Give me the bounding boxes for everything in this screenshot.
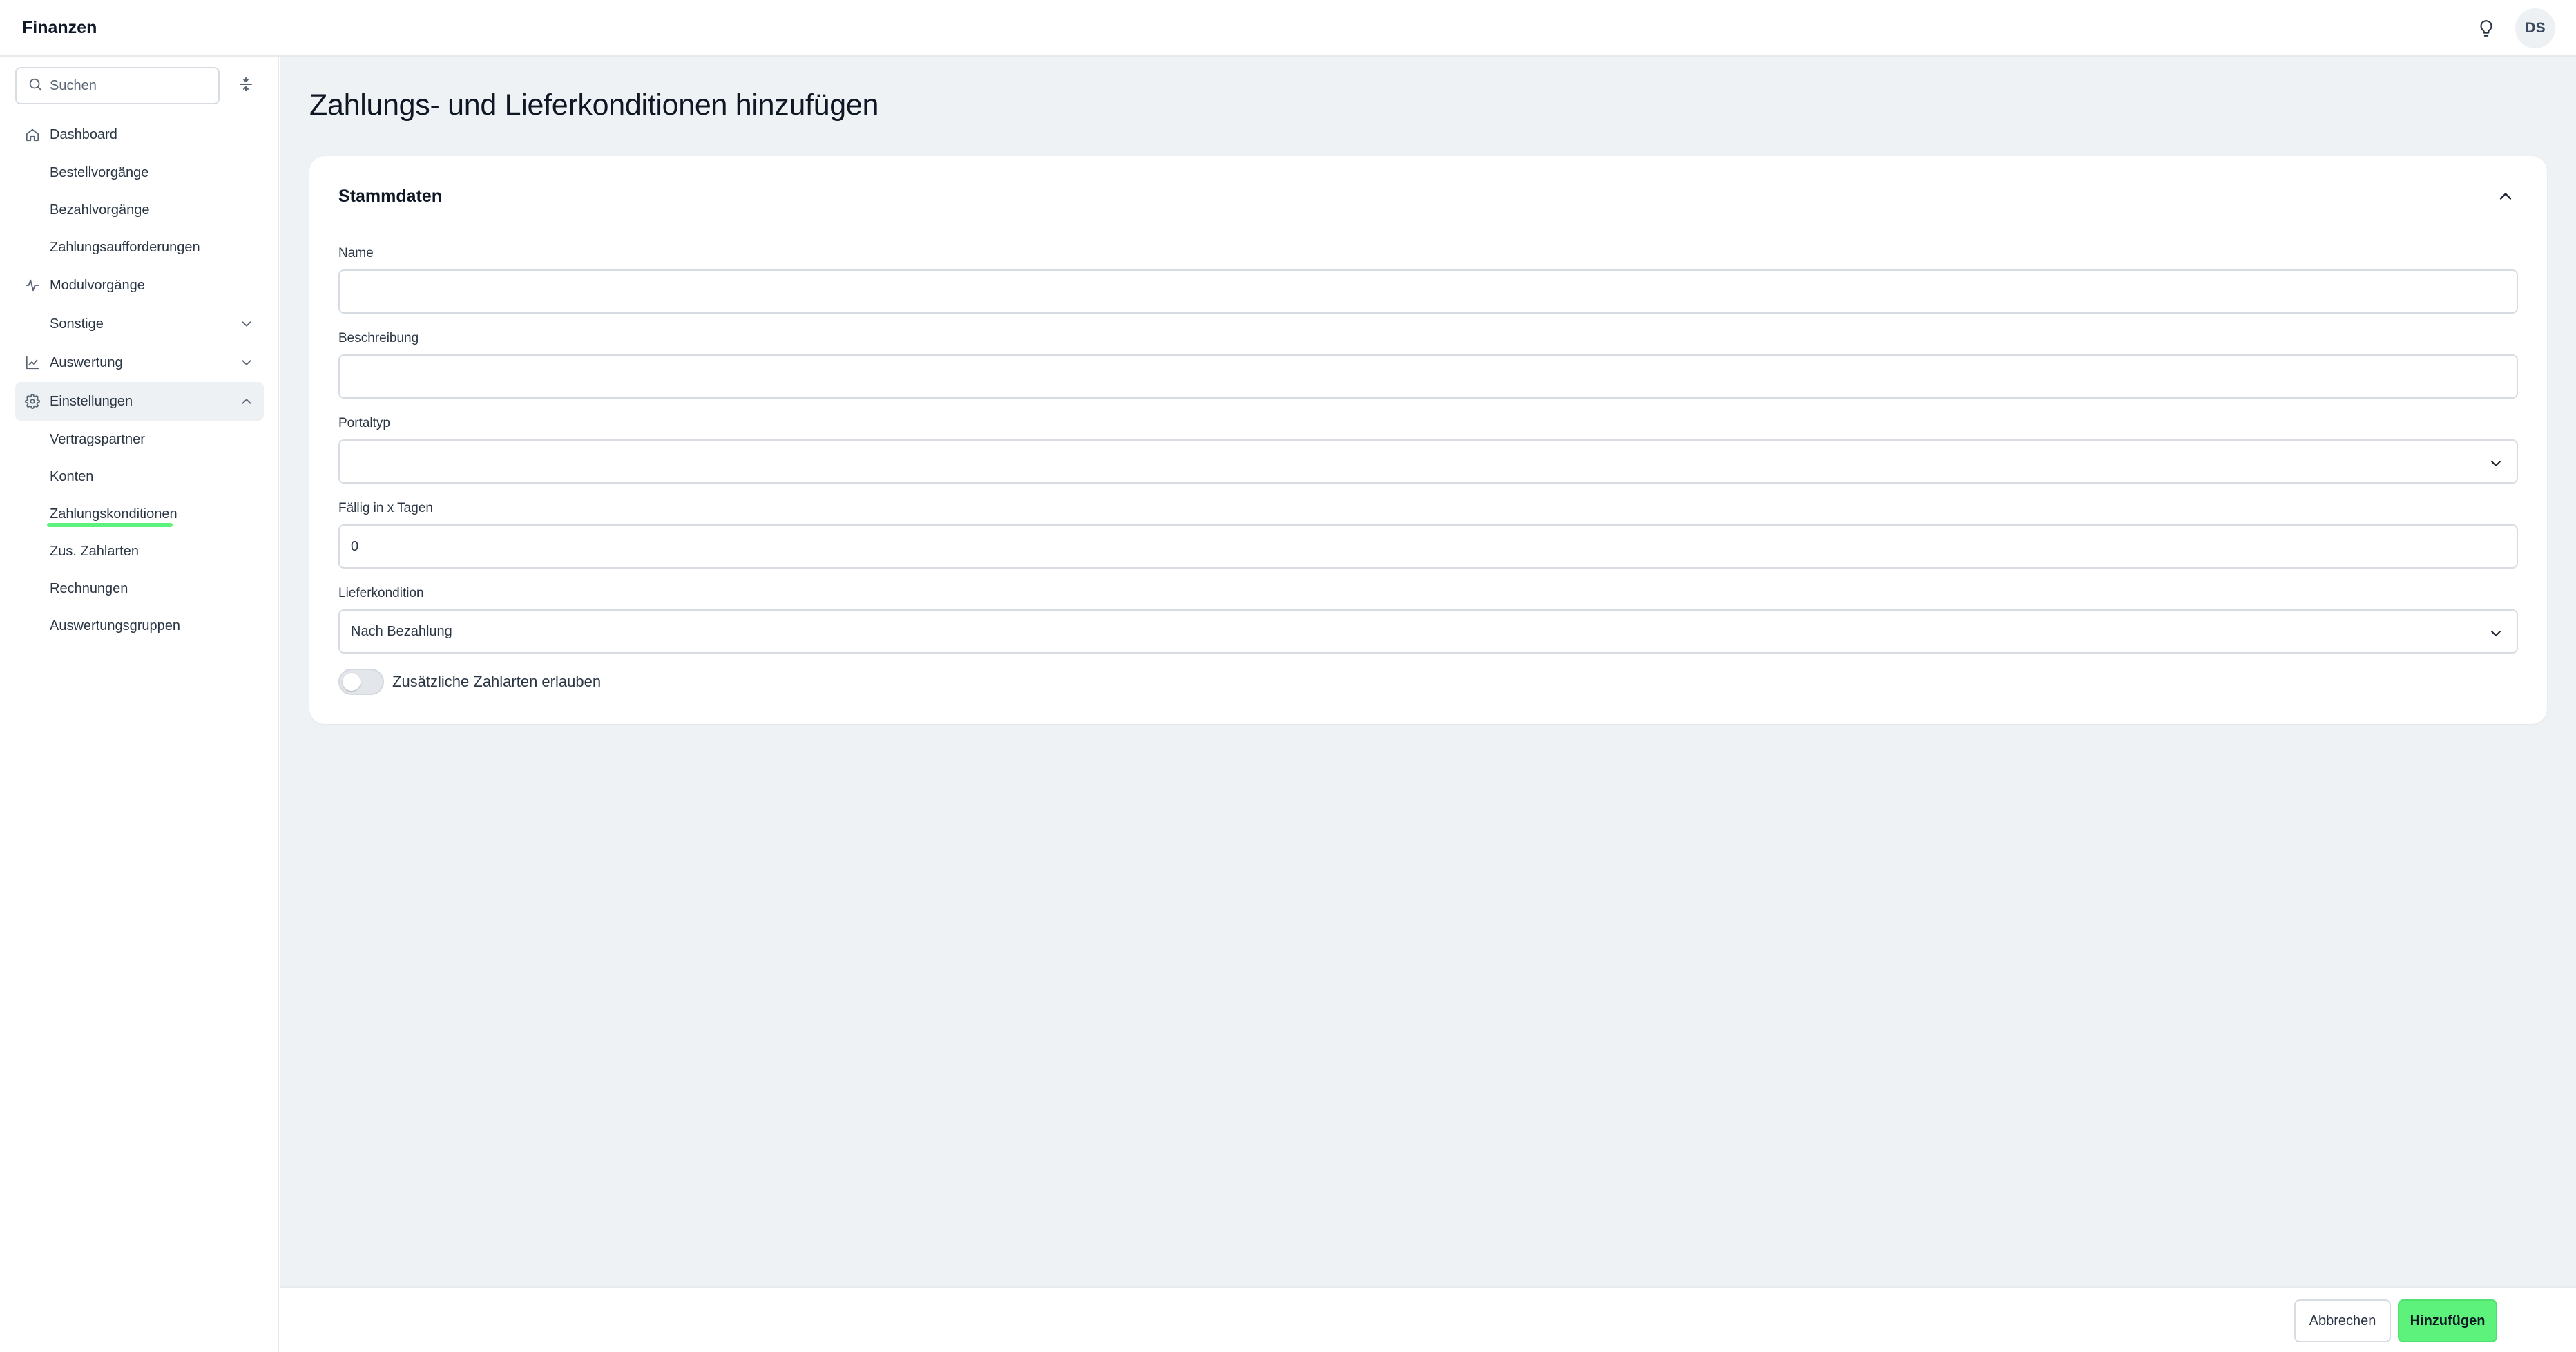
chevron-down-icon — [239, 355, 254, 370]
sidebar-item-label: Konten — [50, 468, 94, 484]
name-field-wrapper — [338, 269, 2518, 314]
chart-icon — [23, 354, 41, 372]
portaltyp-label: Portaltyp — [338, 416, 390, 430]
sidebar-item-label: Auswertungsgruppen — [50, 618, 181, 634]
sidebar-item-konten[interactable]: Konten — [15, 458, 264, 495]
chevron-up-icon — [239, 394, 254, 409]
portaltyp-select[interactable] — [338, 439, 2518, 484]
sidebar-item-label: Sonstige — [50, 316, 104, 332]
sidebar-item-auswertungsgruppen[interactable]: Auswertungsgruppen — [15, 607, 264, 645]
sidebar-item-label: Bestellvorgänge — [50, 164, 149, 180]
cancel-button[interactable]: Abbrechen — [2294, 1299, 2391, 1342]
sidebar-item-rechnungen[interactable]: Rechnungen — [15, 570, 264, 607]
topbar-actions: DS — [2472, 0, 2555, 57]
description-input[interactable] — [351, 356, 2517, 397]
sidebar-item-auswertung[interactable]: Auswertung — [15, 343, 264, 382]
app-title: Finanzen — [22, 17, 97, 37]
name-input[interactable] — [351, 271, 2517, 312]
gear-icon — [23, 392, 41, 410]
main-content: Zahlungs- und Lieferkonditionen hinzufüg… — [280, 57, 2576, 1286]
add-button[interactable]: Hinzufügen — [2398, 1299, 2497, 1342]
sidebar-nav: Dashboard Bestellvorgänge Bezahlvorgänge… — [15, 115, 264, 645]
sidebar-item-label: Modulvorgänge — [50, 277, 145, 293]
sidebar-item-zahlungsaufforderungen[interactable]: Zahlungsaufforderungen — [15, 229, 264, 266]
collapse-sidebar-button[interactable] — [232, 70, 260, 98]
due-days-field-wrapper — [338, 524, 2518, 569]
delivery-condition-value: Nach Bezahlung — [351, 623, 452, 639]
chevron-down-icon — [2488, 625, 2504, 642]
delivery-condition-select[interactable]: Nach Bezahlung — [338, 609, 2518, 654]
search-input[interactable] — [50, 77, 209, 94]
toggle-label: Zusätzliche Zahlarten erlauben — [392, 673, 602, 690]
sidebar-item-modulvorgaenge[interactable]: Modulvorgänge — [15, 266, 264, 305]
description-label: Beschreibung — [338, 331, 419, 345]
sidebar-item-einstellungen[interactable]: Einstellungen — [15, 382, 264, 421]
description-field-wrapper — [338, 354, 2518, 399]
chevron-up-icon — [2499, 193, 2512, 200]
sidebar-item-zus-zahlarten[interactable]: Zus. Zahlarten — [15, 533, 264, 570]
name-label: Name — [338, 246, 374, 260]
sidebar: Dashboard Bestellvorgänge Bezahlvorgänge… — [0, 57, 279, 1352]
additional-payment-toggle-row: Zusätzliche Zahlarten erlauben — [338, 669, 601, 695]
avatar[interactable]: DS — [2515, 8, 2555, 48]
collapse-icon — [240, 77, 252, 91]
sidebar-item-label: Bezahlvorgänge — [50, 202, 150, 218]
sidebar-item-bestellvorgaenge[interactable]: Bestellvorgänge — [15, 154, 264, 191]
sidebar-item-label: Zahlungskonditionen — [50, 506, 177, 522]
sidebar-item-vertragspartner[interactable]: Vertragspartner — [15, 421, 264, 458]
card-title: Stammdaten — [338, 187, 443, 206]
sidebar-item-label: Dashboard — [50, 126, 117, 142]
sidebar-item-sonstige[interactable]: Sonstige — [15, 305, 264, 343]
sidebar-item-dashboard[interactable]: Dashboard — [15, 115, 264, 154]
settings-submenu: Vertragspartner Konten Zahlungskondition… — [15, 421, 264, 645]
page-title: Zahlungs- und Lieferkonditionen hinzufüg… — [309, 88, 879, 122]
top-bar: Finanzen DS — [0, 0, 2576, 57]
activity-icon — [23, 276, 41, 294]
footer-bar: Abbrechen Hinzufügen — [280, 1286, 2576, 1352]
collapse-card-button[interactable] — [2492, 182, 2519, 210]
sidebar-item-label: Auswertung — [50, 354, 123, 370]
stammdaten-card: Stammdaten Name Beschreibung Portaltyp F… — [309, 156, 2547, 724]
due-days-label: Fällig in x Tagen — [338, 501, 433, 515]
sidebar-item-label: Zahlungsaufforderungen — [50, 239, 200, 255]
sidebar-item-label: Zus. Zahlarten — [50, 543, 139, 559]
toggle-knob — [343, 673, 361, 691]
due-days-input[interactable] — [351, 526, 2517, 567]
sidebar-item-label: Vertragspartner — [50, 431, 145, 447]
sidebar-item-label: Rechnungen — [50, 580, 128, 596]
sidebar-item-label: Einstellungen — [50, 393, 133, 409]
chevron-down-icon — [2488, 455, 2504, 472]
active-indicator — [47, 523, 173, 527]
home-icon — [23, 126, 41, 144]
lightbulb-icon[interactable] — [2472, 15, 2500, 42]
chevron-down-icon — [239, 316, 254, 332]
delivery-condition-label: Lieferkondition — [338, 586, 424, 600]
additional-payment-toggle[interactable] — [338, 669, 384, 695]
sidebar-item-zahlungskonditionen[interactable]: Zahlungskonditionen — [15, 495, 264, 533]
sidebar-item-bezahlvorgaenge[interactable]: Bezahlvorgänge — [15, 191, 264, 229]
search-icon — [28, 77, 43, 95]
search-box[interactable] — [15, 67, 220, 104]
